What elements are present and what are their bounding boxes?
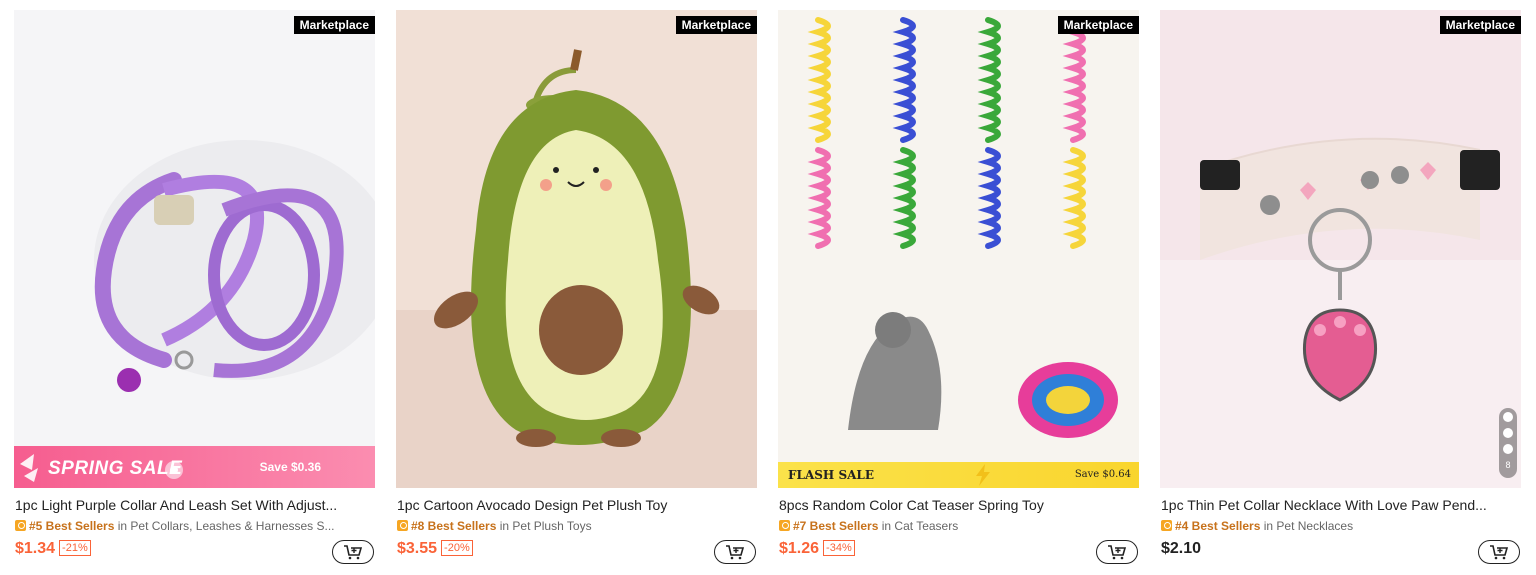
best-seller-medal-icon (1161, 520, 1172, 531)
rank-label: #5 Best Sellers (29, 519, 115, 533)
add-to-cart-button[interactable] (714, 540, 756, 564)
marketplace-badge: Marketplace (675, 16, 757, 34)
image-counter: 8 (1505, 460, 1511, 470)
flash-sale-banner: FLASH SALE Save $0.64 (778, 462, 1139, 488)
rank-category: in Pet Collars, Leashes & Harnesses S... (117, 519, 335, 533)
marketplace-badge: Marketplace (1439, 16, 1521, 34)
spring-sale-banner: SPRING SALE Save $0.36 (14, 446, 375, 488)
marketplace-badge: Marketplace (293, 16, 375, 34)
rank-category: in Cat Teasers (881, 519, 959, 533)
pet-collar-necklace-image (1160, 10, 1521, 488)
price-value: $2.10 (1161, 540, 1202, 557)
product-image[interactable]: Marketplace FLASH SALE Save $0.64 (778, 10, 1139, 488)
best-seller-medal-icon (397, 520, 408, 531)
marketplace-badge: Marketplace (1057, 16, 1139, 34)
add-to-cart-button[interactable] (1478, 540, 1520, 564)
image-pagination[interactable]: 8 (1499, 408, 1517, 478)
product-title[interactable]: 8pcs Random Color Cat Teaser Spring Toy (779, 497, 1139, 513)
rank-category: in Pet Plush Toys (499, 519, 592, 533)
discount-badge: -21% (59, 540, 91, 556)
spring-sale-label: SPRING SALE (48, 458, 183, 479)
best-seller-medal-icon (15, 520, 26, 531)
product-title[interactable]: 1pc Light Purple Collar And Leash Set Wi… (15, 497, 375, 513)
add-to-cart-icon (344, 545, 363, 560)
discount-badge: -34% (823, 540, 855, 556)
add-to-cart-button[interactable] (332, 540, 374, 564)
rank-label: #7 Best Sellers (793, 519, 879, 533)
rank-label: #8 Best Sellers (411, 519, 497, 533)
best-seller-rank[interactable]: #7 Best Sellers in Cat Teasers (779, 519, 1139, 533)
product-card[interactable]: Marketplace 8 1pc Thin Pet Collar Neckla… (1160, 10, 1521, 570)
pagination-dot[interactable] (1503, 412, 1513, 422)
product-card[interactable]: Marketplace SPRING SALE Save $0.36 1pc L… (14, 10, 375, 570)
product-price: $1.26 -34% (779, 540, 855, 558)
add-to-cart-icon (1490, 545, 1509, 560)
flash-sale-label: FLASH SALE (788, 468, 875, 482)
cat-spring-toy-image (778, 10, 1139, 488)
flash-sale-save: Save $0.64 (1074, 469, 1131, 480)
product-image[interactable]: Marketplace (396, 10, 757, 488)
product-card[interactable]: Marketplace 1pc Cartoon Avocado Design P… (396, 10, 757, 570)
product-image[interactable]: Marketplace 8 (1160, 10, 1521, 488)
discount-badge: -20% (441, 540, 473, 556)
collar-leash-image (14, 10, 375, 488)
spring-sale-save: Save $0.36 (259, 460, 321, 474)
product-price: $3.55 -20% (397, 540, 473, 558)
price-value: $3.55 (397, 540, 438, 557)
product-image[interactable]: Marketplace SPRING SALE Save $0.36 (14, 10, 375, 488)
product-title[interactable]: 1pc Thin Pet Collar Necklace With Love P… (1161, 497, 1521, 513)
rank-label: #4 Best Sellers (1175, 519, 1261, 533)
rank-category: in Pet Necklaces (1263, 519, 1354, 533)
lightning-icon (976, 464, 990, 486)
price-value: $1.34 (15, 540, 56, 557)
add-to-cart-icon (726, 545, 745, 560)
product-card[interactable]: Marketplace FLASH SALE Save $0.64 8pcs R… (778, 10, 1139, 570)
best-seller-rank[interactable]: #4 Best Sellers in Pet Necklaces (1161, 519, 1521, 533)
best-seller-rank[interactable]: #5 Best Sellers in Pet Collars, Leashes … (15, 519, 375, 533)
product-price: $2.10 (1161, 540, 1201, 558)
product-price: $1.34 -21% (15, 540, 91, 558)
add-to-cart-button[interactable] (1096, 540, 1138, 564)
best-seller-medal-icon (779, 520, 790, 531)
price-value: $1.26 (779, 540, 820, 557)
pagination-dot[interactable] (1503, 444, 1513, 454)
best-seller-rank[interactable]: #8 Best Sellers in Pet Plush Toys (397, 519, 757, 533)
avocado-plush-image (396, 10, 757, 488)
pagination-dot[interactable] (1503, 428, 1513, 438)
product-title[interactable]: 1pc Cartoon Avocado Design Pet Plush Toy (397, 497, 757, 513)
add-to-cart-icon (1108, 545, 1127, 560)
